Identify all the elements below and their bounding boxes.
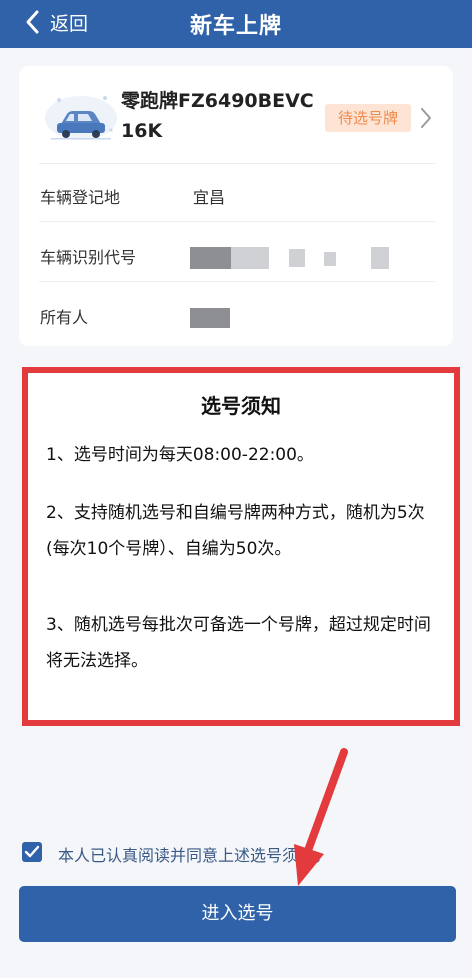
registration-place-value: 宜昌 — [193, 188, 226, 207]
agreement-checkbox[interactable] — [22, 842, 42, 862]
agreement-row[interactable]: 本人已认真阅读并同意上述选号须知。 — [22, 840, 452, 866]
vin-label: 车辆识别代号 — [40, 248, 137, 267]
status-badge: 待选号牌 — [325, 104, 411, 132]
check-icon — [24, 845, 40, 858]
divider — [39, 281, 435, 282]
enter-selection-button[interactable]: 进入选号 — [19, 886, 456, 942]
notice-item: 1、选号时间为每天08:00-22:00。 — [46, 445, 314, 465]
page-title: 新车上牌 — [189, 14, 282, 39]
notice-item: 2、支持随机选号和自编号牌两种方式，随机为5次(每次10个号牌）、自编为50次。 — [46, 503, 425, 559]
chevron-right-icon[interactable] — [419, 106, 433, 130]
car-icon — [45, 96, 117, 140]
vehicle-plate-name: 零跑牌FZ6490BEVC — [121, 90, 314, 112]
divider — [39, 163, 435, 164]
vehicle-model: 16K — [121, 120, 163, 142]
notice-panel: 选号须知 1、选号时间为每天08:00-22:00。 2、支持随机选号和自编号牌… — [22, 367, 460, 726]
notice-title: 选号须知 — [201, 394, 281, 418]
annotation-arrow-icon — [294, 748, 348, 886]
owner-label: 所有人 — [40, 308, 89, 327]
registration-place-label: 车辆登记地 — [40, 188, 121, 207]
notice-item: 3、随机选号每批次可备选一个号牌，超过规定时间将无法选择。 — [46, 615, 431, 671]
top-bar: 返回 新车上牌 — [0, 0, 472, 48]
divider — [39, 221, 435, 222]
vehicle-card: 零跑牌FZ6490BEVC 16K 待选号牌 车辆登记地 宜昌 车辆识别代号 所… — [19, 66, 453, 346]
